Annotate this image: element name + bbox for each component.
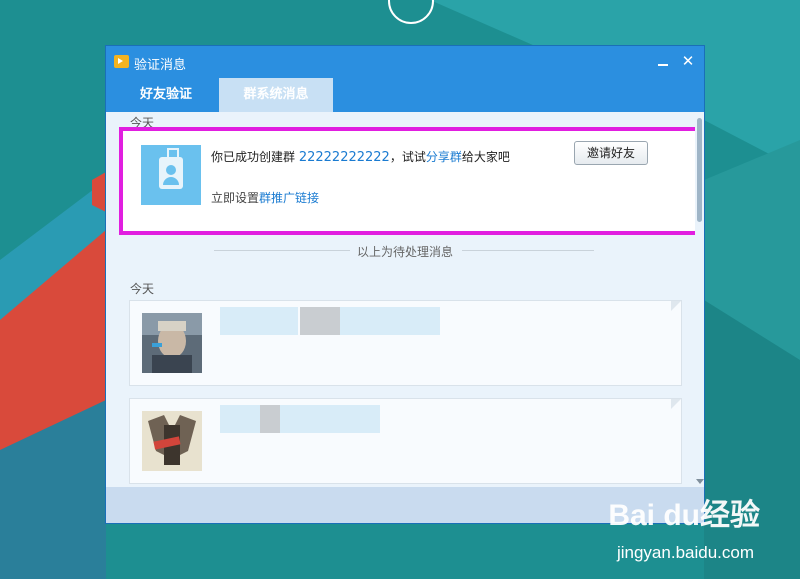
tab-bar: 好友验证 群系统消息 [106, 78, 704, 112]
group-promo-link[interactable]: 群推广链接 [259, 191, 319, 205]
baidu-jingyan-domain: jingyan.baidu.com [616, 543, 754, 562]
scroll-down-arrow-icon[interactable] [696, 479, 704, 484]
avatar-angel-image [142, 411, 202, 471]
user-avatar[interactable] [142, 411, 202, 471]
history-message-card[interactable] [129, 300, 682, 386]
badge-body [163, 177, 179, 185]
blurred-name [260, 405, 280, 433]
msg-middle: ，试试 [389, 150, 426, 164]
invite-friends-button[interactable]: 邀请好友 [574, 141, 648, 165]
message-list: 今天 你已成功创建群 22222222222，试试分享群给大家吧 邀请好友 立即… [106, 112, 704, 487]
badge-head [166, 165, 176, 175]
history-message-card[interactable] [129, 398, 682, 484]
created-group-message: 你已成功创建群 22222222222，试试分享群给大家吧 [211, 148, 510, 165]
share-group-link[interactable]: 分享群 [426, 150, 462, 164]
msg-prefix: 你已成功创建群 [211, 150, 296, 164]
blurred-name [300, 307, 340, 335]
avatar-portrait-image [142, 313, 202, 373]
vertical-scrollbar[interactable] [695, 112, 704, 487]
group-number: 22222222222 [298, 150, 390, 165]
title-bar: 验证消息 ✕ [106, 46, 704, 78]
tab-group-system-messages[interactable]: 群系统消息 [219, 78, 333, 112]
verification-window: 验证消息 ✕ 好友验证 群系统消息 今天 你已成功创建群 22222222222… [106, 46, 704, 523]
id-badge-icon [159, 157, 183, 189]
setup-prefix: 立即设置 [211, 191, 260, 205]
section-label-today-history: 今天 [130, 282, 155, 296]
pending-message-card: 你已成功创建群 22222222222，试试分享群给大家吧 邀请好友 立即设置群… [119, 127, 699, 235]
msg-suffix: 给大家吧 [461, 150, 510, 164]
divider-text: 以上为待处理消息 [357, 245, 454, 259]
blurred-name [220, 405, 260, 433]
tab-friend-verification[interactable]: 好友验证 [118, 78, 214, 112]
divider-line-left [214, 250, 350, 251]
baidu-jingyan-logo: Bai du经验 [608, 499, 760, 532]
blurred-name [280, 405, 380, 433]
group-avatar [141, 145, 201, 205]
blurred-name [220, 307, 298, 335]
window-title: 验证消息 [134, 58, 187, 73]
user-avatar[interactable] [142, 313, 202, 373]
minimize-button[interactable] [658, 64, 668, 66]
divider-line-right [462, 250, 594, 251]
close-button[interactable]: ✕ [680, 53, 696, 69]
pending-divider: 以上为待处理消息 [214, 243, 594, 259]
card-fold [671, 301, 681, 311]
blurred-name [340, 307, 440, 335]
speaker-icon [114, 55, 129, 68]
scrollbar-thumb[interactable] [697, 118, 702, 222]
card-fold [671, 399, 681, 409]
setup-promo-line: 立即设置群推广链接 [211, 189, 319, 206]
